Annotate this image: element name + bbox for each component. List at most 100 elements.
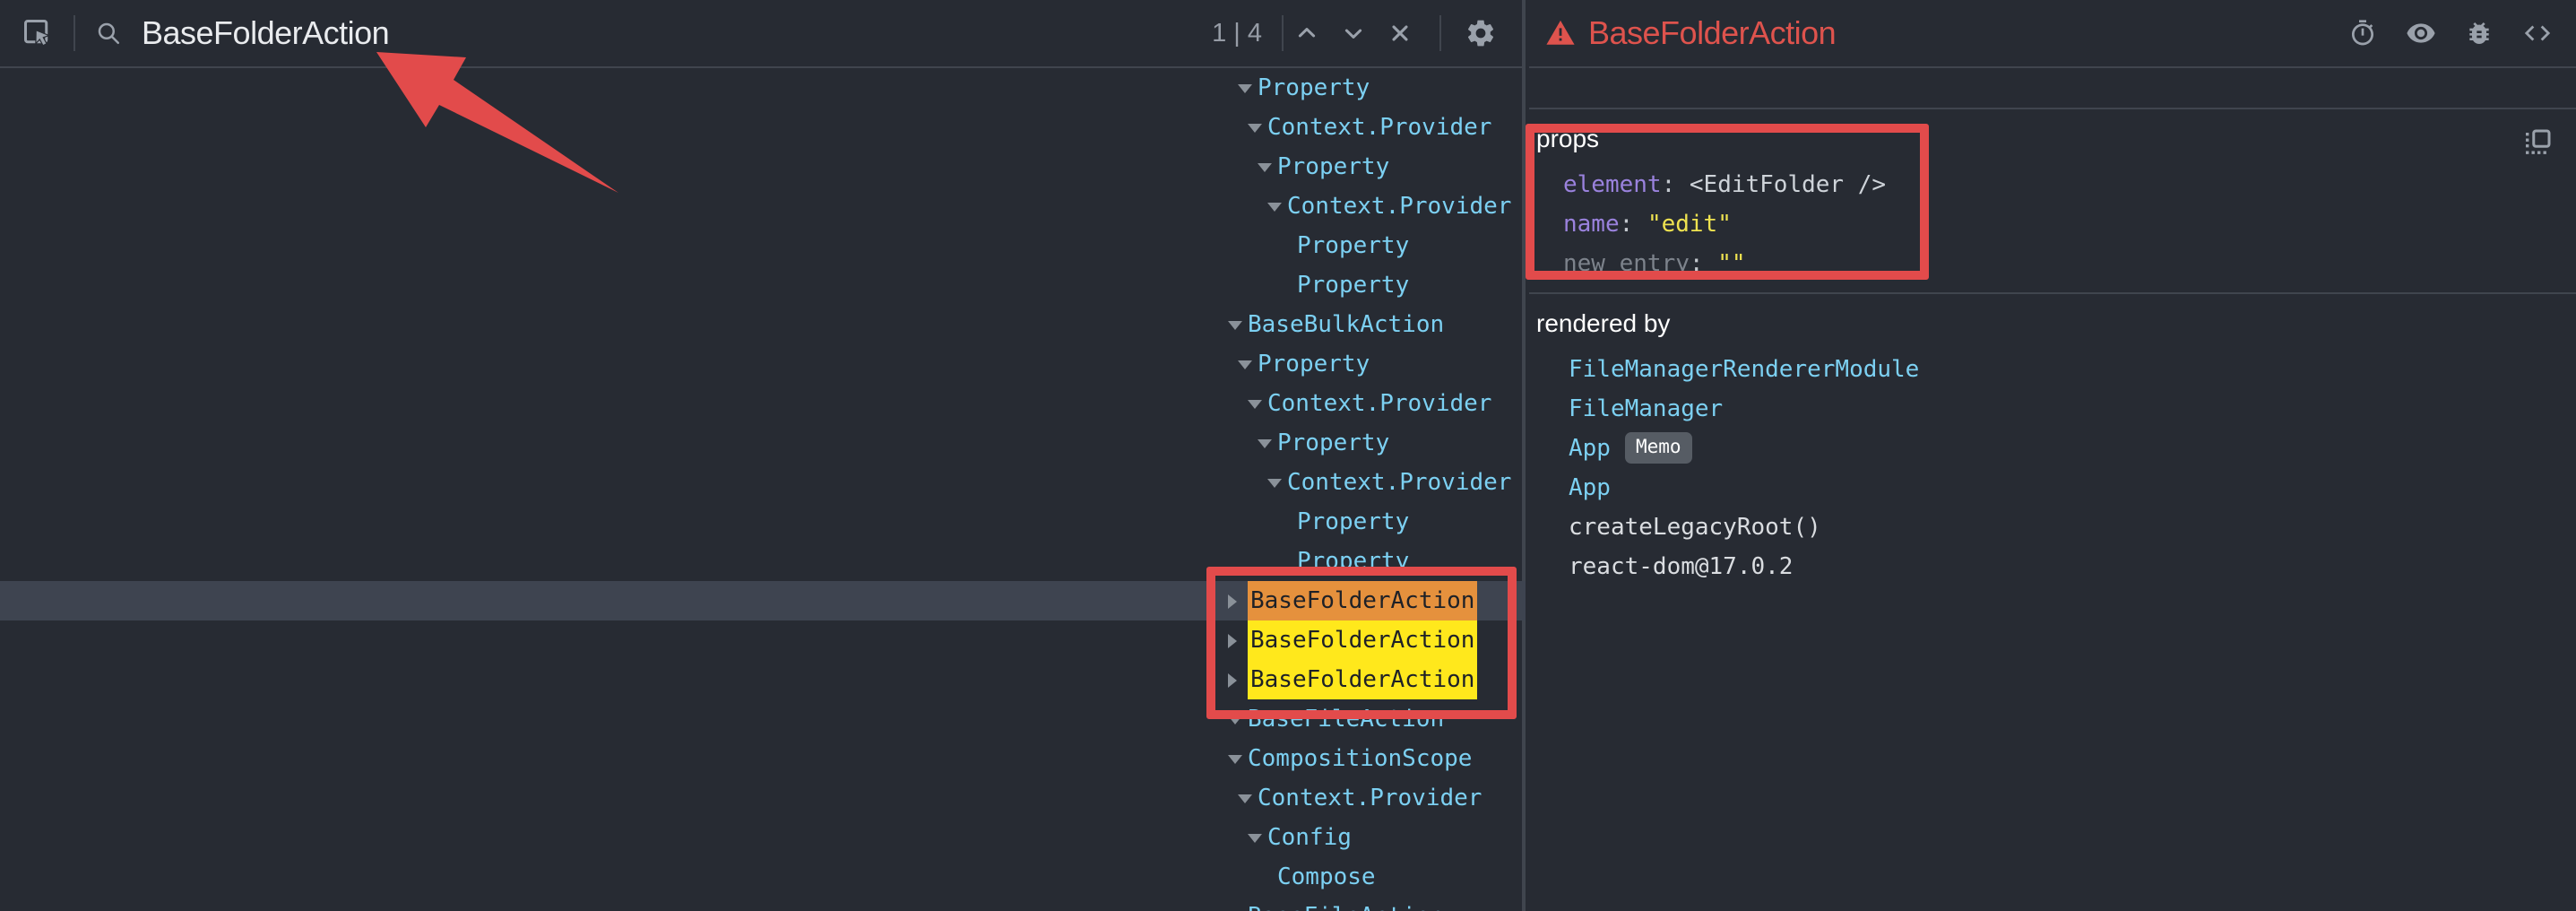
toolbar-divider bbox=[1282, 15, 1284, 51]
component-name: Property bbox=[1277, 147, 1389, 187]
caret-icon[interactable] bbox=[1238, 345, 1258, 385]
copy-icon[interactable] bbox=[2524, 129, 2551, 156]
props-entry[interactable]: element: <EditFolder /> bbox=[1529, 165, 2576, 204]
component-name: Property bbox=[1258, 344, 1370, 384]
caret-icon[interactable] bbox=[1238, 779, 1258, 819]
owner-name: react-dom@17.0.2 bbox=[1569, 553, 1793, 580]
tree-row[interactable]: Context.Provider bbox=[0, 108, 1526, 147]
selected-component-title: BaseFolderAction bbox=[1588, 14, 1836, 52]
caret-icon[interactable] bbox=[1228, 898, 1248, 911]
props-entries: element: <EditFolder />name: "edit"new e… bbox=[1529, 165, 2576, 283]
right-toolbar: BaseFolderAction bbox=[1529, 0, 2576, 68]
component-name: Property bbox=[1277, 423, 1389, 463]
caret-icon[interactable] bbox=[1248, 108, 1267, 148]
tree-row[interactable]: Property bbox=[0, 147, 1526, 187]
caret-icon[interactable] bbox=[1228, 700, 1248, 740]
component-name: BaseFileAction bbox=[1248, 699, 1444, 739]
inspector-panel: BaseFolderAction props bbox=[1529, 0, 2576, 911]
rendered-by-section: rendered by FileManagerRendererModuleFil… bbox=[1529, 294, 2576, 586]
rendered-by-item[interactable]: FileManager bbox=[1529, 389, 2576, 429]
component-name: Config bbox=[1267, 818, 1352, 857]
tree-row[interactable]: Context.Provider bbox=[0, 778, 1526, 818]
caret-icon[interactable] bbox=[1267, 187, 1287, 227]
chevron-down-icon[interactable] bbox=[1341, 21, 1366, 46]
component-name: CompositionScope bbox=[1248, 739, 1472, 778]
tree-row[interactable]: Property bbox=[0, 423, 1526, 463]
tree-row[interactable]: Property bbox=[0, 542, 1526, 581]
component-name: Compose bbox=[1277, 857, 1376, 897]
tree-row[interactable]: CompositionScope bbox=[0, 739, 1526, 778]
tree-row[interactable]: Compose bbox=[0, 857, 1526, 897]
tree-row[interactable]: Property bbox=[0, 344, 1526, 384]
props-entry[interactable]: name: "edit" bbox=[1529, 204, 2576, 244]
caret-icon[interactable] bbox=[1228, 621, 1248, 661]
gear-icon[interactable] bbox=[1465, 17, 1497, 49]
caret-icon[interactable] bbox=[1238, 69, 1258, 108]
select-element-icon[interactable] bbox=[22, 17, 54, 49]
left-toolbar: BaseFolderAction 1 | 4 bbox=[0, 0, 1522, 68]
eye-icon[interactable] bbox=[2406, 18, 2436, 48]
tree-row[interactable]: BaseFileAction bbox=[0, 897, 1526, 911]
caret-icon[interactable] bbox=[1228, 306, 1248, 345]
tree-row[interactable]: Config bbox=[0, 818, 1526, 857]
caret-icon[interactable] bbox=[1267, 464, 1287, 503]
caret-icon[interactable] bbox=[1228, 661, 1248, 700]
inspector-subheader bbox=[1529, 68, 2576, 109]
prop-colon: : bbox=[1620, 211, 1647, 238]
bug-icon[interactable] bbox=[2465, 19, 2494, 48]
component-name: BaseFolderAction bbox=[1248, 620, 1477, 660]
props-heading: props bbox=[1529, 122, 2576, 156]
tree-row[interactable]: BaseBulkAction bbox=[0, 305, 1526, 344]
tree-row[interactable]: Context.Provider bbox=[0, 187, 1526, 226]
warning-icon bbox=[1545, 18, 1576, 48]
component-name: BaseFolderAction bbox=[1248, 581, 1477, 620]
component-name: Context.Provider bbox=[1287, 463, 1511, 502]
rendered-by-item[interactable]: App bbox=[1529, 468, 2576, 508]
prop-colon: : bbox=[1690, 250, 1717, 277]
prop-value[interactable]: "" bbox=[1717, 250, 1745, 277]
tree-row[interactable]: Property bbox=[0, 265, 1526, 305]
component-name: BaseFileAction bbox=[1248, 897, 1444, 911]
component-name: Property bbox=[1258, 68, 1370, 108]
tree-row[interactable]: BaseFolderAction bbox=[0, 620, 1526, 660]
component-name: Property bbox=[1297, 265, 1409, 305]
search-result-count: 1 | 4 bbox=[1212, 19, 1262, 48]
prop-value[interactable]: <EditFolder /> bbox=[1690, 171, 1886, 198]
owner-name: FileManager bbox=[1569, 395, 1723, 422]
component-name: BaseBulkAction bbox=[1248, 305, 1444, 344]
tree-row[interactable]: Property bbox=[0, 502, 1526, 542]
caret-icon[interactable] bbox=[1248, 819, 1267, 858]
tree-row[interactable]: BaseFolderAction bbox=[0, 660, 1526, 699]
close-icon[interactable] bbox=[1387, 21, 1413, 46]
component-name: Context.Provider bbox=[1287, 187, 1511, 226]
search-input[interactable]: BaseFolderAction bbox=[142, 14, 1212, 52]
stopwatch-icon[interactable] bbox=[2348, 19, 2377, 48]
tree-row[interactable]: Context.Provider bbox=[0, 384, 1526, 423]
chevron-up-icon[interactable] bbox=[1294, 21, 1319, 46]
caret-icon[interactable] bbox=[1228, 740, 1248, 779]
tree-row[interactable]: Property bbox=[0, 226, 1526, 265]
caret-icon[interactable] bbox=[1258, 148, 1277, 187]
tree-row[interactable]: BaseFolderAction bbox=[0, 581, 1526, 620]
components-tree-panel: BaseFolderAction 1 | 4 PropertyContext.P… bbox=[0, 0, 1526, 911]
component-name: BaseFolderAction bbox=[1248, 660, 1477, 699]
component-name: Context.Provider bbox=[1258, 778, 1482, 818]
tree-row[interactable]: BaseFileAction bbox=[0, 699, 1526, 739]
prop-colon: : bbox=[1662, 171, 1690, 198]
tree-row[interactable]: Property bbox=[0, 68, 1526, 108]
owner-name: App bbox=[1569, 435, 1611, 462]
code-icon[interactable] bbox=[2522, 18, 2553, 48]
rendered-by-item[interactable]: FileManagerRendererModule bbox=[1529, 350, 2576, 389]
toolbar-divider bbox=[1439, 15, 1441, 51]
component-name: Context.Provider bbox=[1267, 384, 1491, 423]
prop-value[interactable]: "edit" bbox=[1647, 211, 1732, 238]
prop-key: element bbox=[1563, 171, 1662, 198]
caret-icon[interactable] bbox=[1258, 424, 1277, 464]
caret-icon[interactable] bbox=[1248, 385, 1267, 424]
tree-row[interactable]: Context.Provider bbox=[0, 463, 1526, 502]
rendered-by-item: createLegacyRoot() bbox=[1529, 508, 2576, 547]
props-entry[interactable]: new entry: "" bbox=[1529, 244, 2576, 283]
caret-icon[interactable] bbox=[1228, 582, 1248, 621]
rendered-by-item[interactable]: App Memo bbox=[1529, 429, 2576, 468]
memo-badge: Memo bbox=[1625, 432, 1692, 464]
